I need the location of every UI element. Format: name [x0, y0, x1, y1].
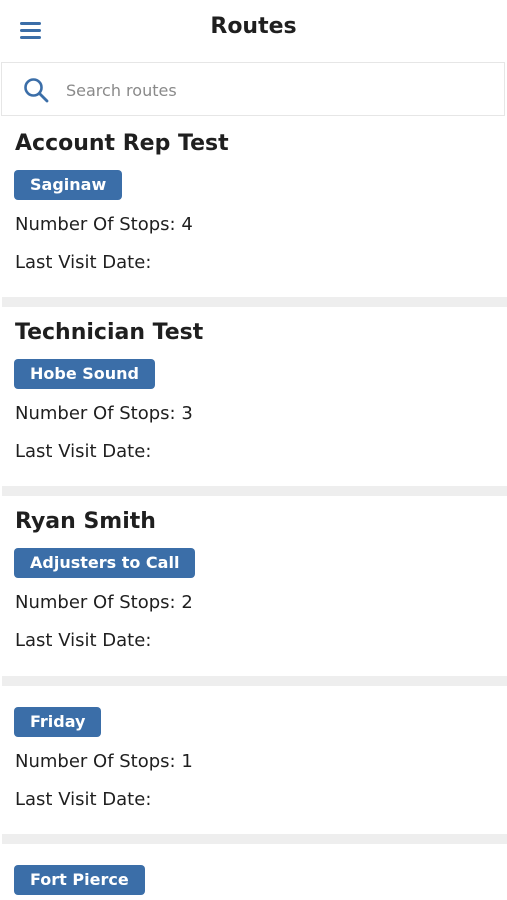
- route-tag: Hobe Sound: [14, 359, 156, 389]
- number-of-stops: Number Of Stops: 4: [15, 214, 193, 235]
- page-title: Routes: [210, 14, 297, 39]
- number-of-stops: Number Of Stops: 3: [15, 403, 193, 424]
- list-separator: [2, 486, 507, 496]
- number-of-stops: Number Of Stops: 2: [15, 592, 193, 613]
- search-icon[interactable]: [23, 77, 49, 103]
- route-card[interactable]: Account Rep Test Saginaw Number Of Stops…: [0, 118, 507, 296]
- last-visit-date: Last Visit Date:: [15, 252, 152, 273]
- last-visit-date: Last Visit Date:: [15, 441, 152, 462]
- list-separator: [2, 676, 507, 686]
- route-name: Ryan Smith: [15, 509, 156, 534]
- list-separator: [2, 297, 507, 307]
- app-header: Routes: [0, 0, 507, 62]
- route-name: Account Rep Test: [15, 131, 229, 156]
- route-tag: Adjusters to Call: [14, 548, 196, 578]
- last-visit-date: Last Visit Date:: [15, 789, 152, 810]
- search-input[interactable]: [66, 76, 486, 104]
- number-of-stops: Number Of Stops: 1: [15, 751, 193, 772]
- route-name: Technician Test: [15, 320, 204, 345]
- route-card[interactable]: Friday Number Of Stops: 1 Last Visit Dat…: [0, 686, 507, 832]
- route-tag: Friday: [14, 707, 102, 737]
- route-card[interactable]: Fort Pierce: [0, 844, 507, 900]
- last-visit-date: Last Visit Date:: [15, 630, 152, 651]
- route-card[interactable]: Technician Test Hobe Sound Number Of Sto…: [0, 307, 507, 485]
- route-tag: Saginaw: [14, 170, 123, 200]
- list-separator: [2, 834, 507, 844]
- route-tag: Fort Pierce: [14, 865, 145, 895]
- search-bar: [1, 62, 505, 116]
- route-card[interactable]: Ryan Smith Adjusters to Call Number Of S…: [0, 496, 507, 674]
